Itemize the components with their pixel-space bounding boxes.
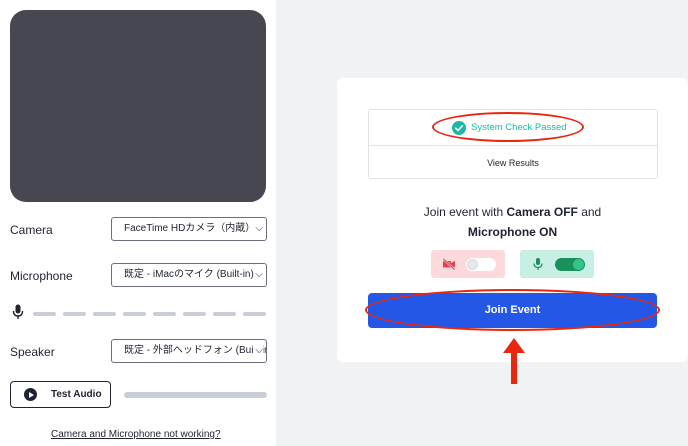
mic-level-segment bbox=[63, 312, 86, 316]
microphone-label: Microphone bbox=[10, 269, 73, 283]
mic-level-segment bbox=[123, 312, 146, 316]
microphone-icon bbox=[533, 258, 543, 270]
video-preview bbox=[10, 10, 266, 202]
view-results-link[interactable]: View Results bbox=[369, 146, 657, 180]
join-text-prefix: Join event with bbox=[423, 205, 507, 219]
help-link[interactable]: Camera and Microphone not working? bbox=[51, 429, 221, 440]
mic-level-segment bbox=[93, 312, 116, 316]
camera-select[interactable]: FaceTime HDカメラ（内蔵） ⌵ bbox=[111, 217, 267, 241]
speaker-label: Speaker bbox=[10, 345, 55, 359]
annotation-circle bbox=[432, 112, 584, 142]
mic-level-segment bbox=[33, 312, 56, 316]
speaker-select-value: 既定 - 外部ヘッドフォン (Built-in) bbox=[124, 345, 267, 356]
switch-knob bbox=[467, 259, 478, 270]
camera-label: Camera bbox=[10, 223, 53, 237]
camera-state: Camera OFF bbox=[506, 205, 578, 219]
audio-level-bar bbox=[124, 392, 267, 398]
mic-level-segment bbox=[243, 312, 266, 316]
arrow-up-icon bbox=[503, 338, 525, 384]
annotation-circle bbox=[365, 289, 660, 331]
mic-level-meter bbox=[10, 304, 268, 320]
test-audio-label: Test Audio bbox=[51, 389, 102, 400]
chevron-down-icon: ⌵ bbox=[254, 218, 263, 240]
switch-knob bbox=[573, 259, 584, 270]
speaker-select[interactable]: 既定 - 外部ヘッドフォン (Built-in) ⌵ bbox=[111, 339, 267, 363]
microphone-select[interactable]: 既定 - iMacのマイク (Built-in) ⌵ bbox=[111, 263, 267, 287]
microphone-toggle[interactable] bbox=[520, 250, 594, 278]
camera-off-icon bbox=[442, 258, 456, 271]
camera-select-value: FaceTime HDカメラ（内蔵） bbox=[124, 223, 256, 234]
microphone-select-value: 既定 - iMacのマイク (Built-in) bbox=[124, 269, 254, 280]
test-audio-button[interactable]: Test Audio bbox=[10, 381, 111, 408]
microphone-state: Microphone ON bbox=[467, 225, 558, 239]
camera-toggle[interactable] bbox=[431, 250, 505, 278]
mic-level-segment bbox=[213, 312, 236, 316]
microphone-switch[interactable] bbox=[555, 258, 585, 271]
mic-level-segment bbox=[153, 312, 176, 316]
microphone-icon bbox=[12, 304, 24, 319]
join-text-mid: and bbox=[577, 205, 602, 219]
play-icon bbox=[24, 388, 37, 401]
join-instructions: Join event with Camera OFF and Microphon… bbox=[337, 202, 688, 242]
system-check-status: System Check Passed bbox=[369, 110, 657, 145]
mic-level-segment bbox=[183, 312, 206, 316]
camera-switch[interactable] bbox=[466, 258, 496, 271]
chevron-down-icon: ⌵ bbox=[254, 264, 263, 286]
system-check-box: System Check Passed View Results bbox=[368, 109, 658, 179]
chevron-down-icon: ⌵ bbox=[254, 340, 263, 362]
